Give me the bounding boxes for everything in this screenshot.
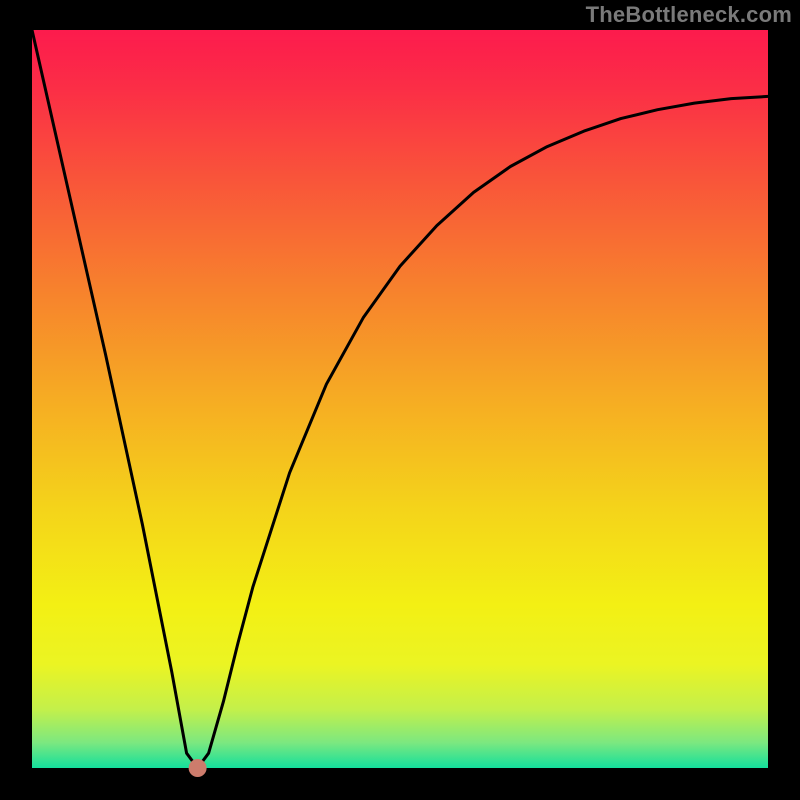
watermark-text: TheBottleneck.com	[586, 2, 792, 28]
bottleneck-chart	[0, 0, 800, 800]
chart-container: TheBottleneck.com	[0, 0, 800, 800]
plot-background	[32, 30, 768, 768]
optimum-marker	[189, 759, 207, 777]
